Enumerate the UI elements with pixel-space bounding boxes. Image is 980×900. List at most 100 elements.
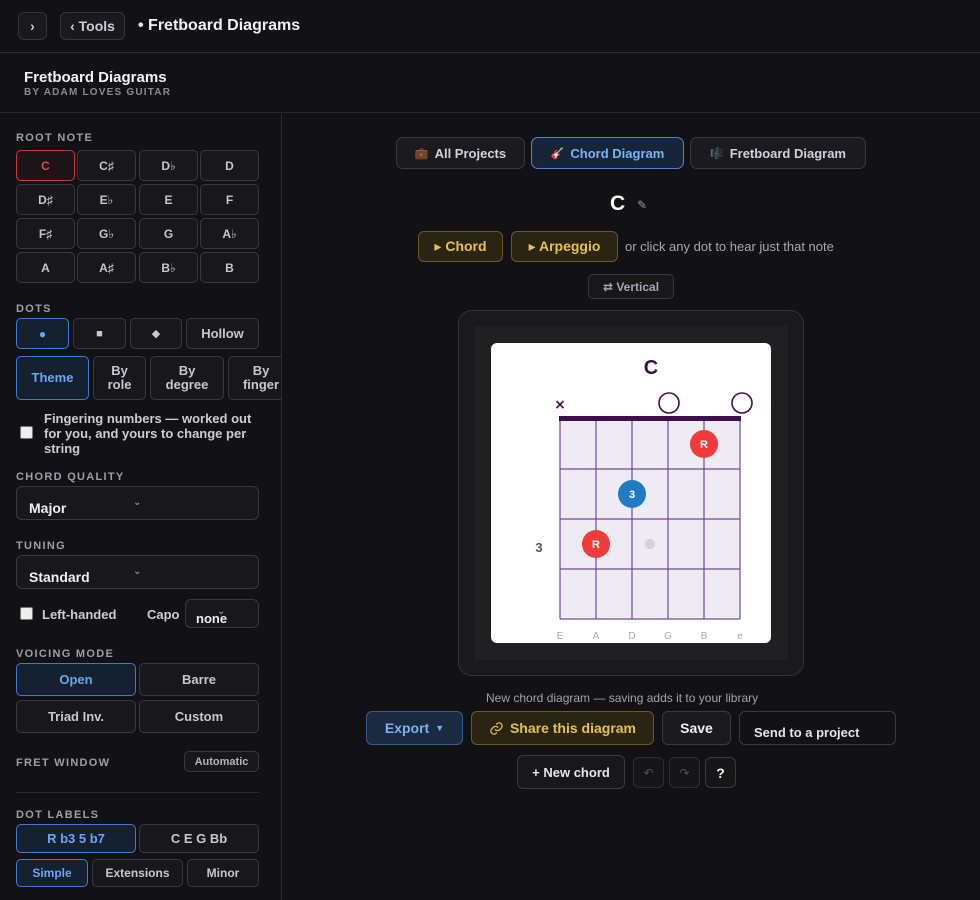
capo-select[interactable]: none ⌄	[185, 599, 259, 628]
nut	[559, 416, 741, 421]
label-set-extensions[interactable]: Extensions	[92, 859, 183, 887]
root-note-button[interactable]: E	[139, 184, 198, 215]
chevron-down-icon: ⌄	[133, 566, 142, 577]
share-diagram-button[interactable]: Share this diagram	[471, 711, 654, 745]
open-string-marker[interactable]	[731, 392, 753, 414]
chord-name-title[interactable]: C	[610, 192, 625, 216]
tab-label: All Projects	[434, 145, 507, 161]
fingering-label: Fingering numbers — worked out for you, …	[44, 411, 252, 456]
chord-quality-heading: CHORD QUALITY	[16, 471, 125, 483]
muted-string-marker: ×	[554, 397, 566, 413]
finger-dot-label: 3	[629, 489, 635, 501]
send-to-project-placeholder: Send to a project	[754, 725, 860, 740]
root-note-button[interactable]: B	[200, 252, 259, 283]
chord-quality-value: Major	[29, 500, 67, 516]
send-to-project-select[interactable]: Send to a project	[739, 711, 896, 745]
root-note-button[interactable]: F♯	[16, 218, 75, 249]
tuning-heading: TUNING	[16, 540, 66, 552]
link-icon	[490, 721, 503, 735]
root-note-button[interactable]: C	[16, 150, 75, 181]
fingering-checkbox[interactable]	[20, 426, 33, 439]
label-set-minor[interactable]: Minor	[187, 859, 259, 887]
string-name-label: D	[628, 631, 635, 642]
divider	[16, 792, 259, 793]
string-name-label: G	[664, 631, 672, 642]
voicing-custom[interactable]: Custom	[139, 700, 259, 733]
root-note-button[interactable]: G	[139, 218, 198, 249]
caret-down-icon: ▼	[435, 723, 445, 733]
color-mode-by-degree[interactable]: By degree	[150, 356, 224, 400]
voicing-barre[interactable]: Barre	[139, 663, 259, 696]
play-hint: or click any dot to hear just that note	[625, 239, 834, 254]
left-handed-checkbox[interactable]	[20, 607, 33, 620]
dot-label-notes[interactable]: C E G Bb	[139, 824, 259, 853]
left-handed-label: Left-handed	[42, 607, 117, 622]
new-chord-button[interactable]: + New chord	[517, 755, 625, 789]
back-to-tools-button[interactable]: ‹ Tools	[60, 12, 125, 40]
pencil-icon[interactable]: ✎	[637, 198, 647, 212]
chord-quality-select[interactable]: Major ⌄	[16, 486, 259, 520]
tab-label: Chord Diagram	[570, 145, 665, 161]
diagram-title: C	[644, 357, 658, 379]
tuning-select[interactable]: Standard ⌄	[16, 555, 259, 589]
label-set-simple[interactable]: Simple	[16, 859, 88, 887]
chevron-right-icon: ›	[30, 18, 35, 34]
music-score-icon: 🎼	[709, 147, 724, 160]
fret-number-label: 3	[535, 540, 542, 555]
root-note-button[interactable]: B♭	[139, 252, 198, 283]
tab-all-projects[interactable]: 💼 All Projects	[396, 137, 525, 169]
play-chord-button[interactable]: ▸ Chord	[418, 231, 503, 262]
dot-shape-hollow[interactable]: Hollow	[186, 318, 259, 349]
root-note-button[interactable]: C♯	[77, 150, 136, 181]
root-note-button[interactable]: D♭	[139, 150, 198, 181]
color-mode-theme[interactable]: Theme	[16, 356, 89, 400]
main-panel: 💼 All Projects 🎸 Chord Diagram 🎼 Fretboa…	[283, 114, 980, 900]
undo-icon[interactable]: ↶	[633, 757, 664, 788]
tab-label: Fretboard Diagram	[729, 145, 846, 161]
voicing-open[interactable]: Open	[16, 663, 136, 696]
root-note-button[interactable]: A	[16, 252, 75, 283]
app-header: Fretboard Diagrams BY ADAM LOVES GUITAR	[0, 54, 980, 113]
export-label: Export	[384, 720, 430, 736]
help-button[interactable]: ?	[705, 757, 736, 788]
color-mode-by-finger[interactable]: By finger	[228, 356, 281, 400]
voicing-heading: VOICING MODE	[16, 648, 115, 660]
root-note-button[interactable]: F	[200, 184, 259, 215]
app-title: Fretboard Diagrams	[24, 69, 167, 86]
dot-labels-heading: DOT LABELS	[16, 809, 100, 821]
voicing-triad-inversion[interactable]: Triad Inv.	[16, 700, 136, 733]
root-note-button[interactable]: G♭	[77, 218, 136, 249]
play-arpeggio-button[interactable]: ▸ Arpeggio	[511, 231, 618, 262]
save-status-text: New chord diagram — saving adds it to yo…	[486, 691, 759, 705]
root-note-button[interactable]: A♯	[77, 252, 136, 283]
expand-sidebar-button[interactable]: ›	[18, 12, 47, 40]
dot-shape-square[interactable]: ■	[73, 318, 126, 349]
open-string-marker[interactable]	[658, 392, 680, 414]
string-name-label: E	[557, 631, 564, 642]
root-note-button[interactable]: D♯	[16, 184, 75, 215]
guitar-icon: 🎸	[550, 147, 565, 160]
string-name-label: A	[593, 631, 600, 642]
tab-fretboard-diagram[interactable]: 🎼 Fretboard Diagram	[690, 137, 866, 169]
chord-diagram[interactable]: C × 3 R 3 R E A D G Be	[491, 343, 771, 643]
orientation-toggle[interactable]: ⇄ Vertical	[588, 274, 674, 299]
chevron-down-icon: ⌄	[133, 497, 142, 508]
dot-shape-diamond[interactable]: ◆	[130, 318, 182, 349]
root-note-button[interactable]: D	[200, 150, 259, 181]
briefcase-icon: 💼	[414, 147, 429, 160]
tab-chord-diagram[interactable]: 🎸 Chord Diagram	[531, 137, 684, 169]
fret-window-select[interactable]: Automatic	[184, 751, 259, 772]
tuning-value: Standard	[29, 569, 90, 585]
app-subtitle: BY ADAM LOVES GUITAR	[24, 87, 172, 98]
redo-icon[interactable]: ↷	[669, 757, 700, 788]
save-button[interactable]: Save	[662, 711, 731, 745]
string-name-label: e	[737, 631, 743, 642]
dot-shape-circle[interactable]: ●	[16, 318, 69, 349]
ghost-dot[interactable]	[645, 539, 655, 549]
top-bar: › ‹ Tools • Fretboard Diagrams	[0, 0, 980, 53]
export-button[interactable]: Export ▼	[366, 711, 463, 745]
dot-label-intervals[interactable]: R b3 5 b7	[16, 824, 136, 853]
root-note-button[interactable]: A♭	[200, 218, 259, 249]
color-mode-by-role[interactable]: By role	[93, 356, 146, 400]
root-note-button[interactable]: E♭	[77, 184, 136, 215]
